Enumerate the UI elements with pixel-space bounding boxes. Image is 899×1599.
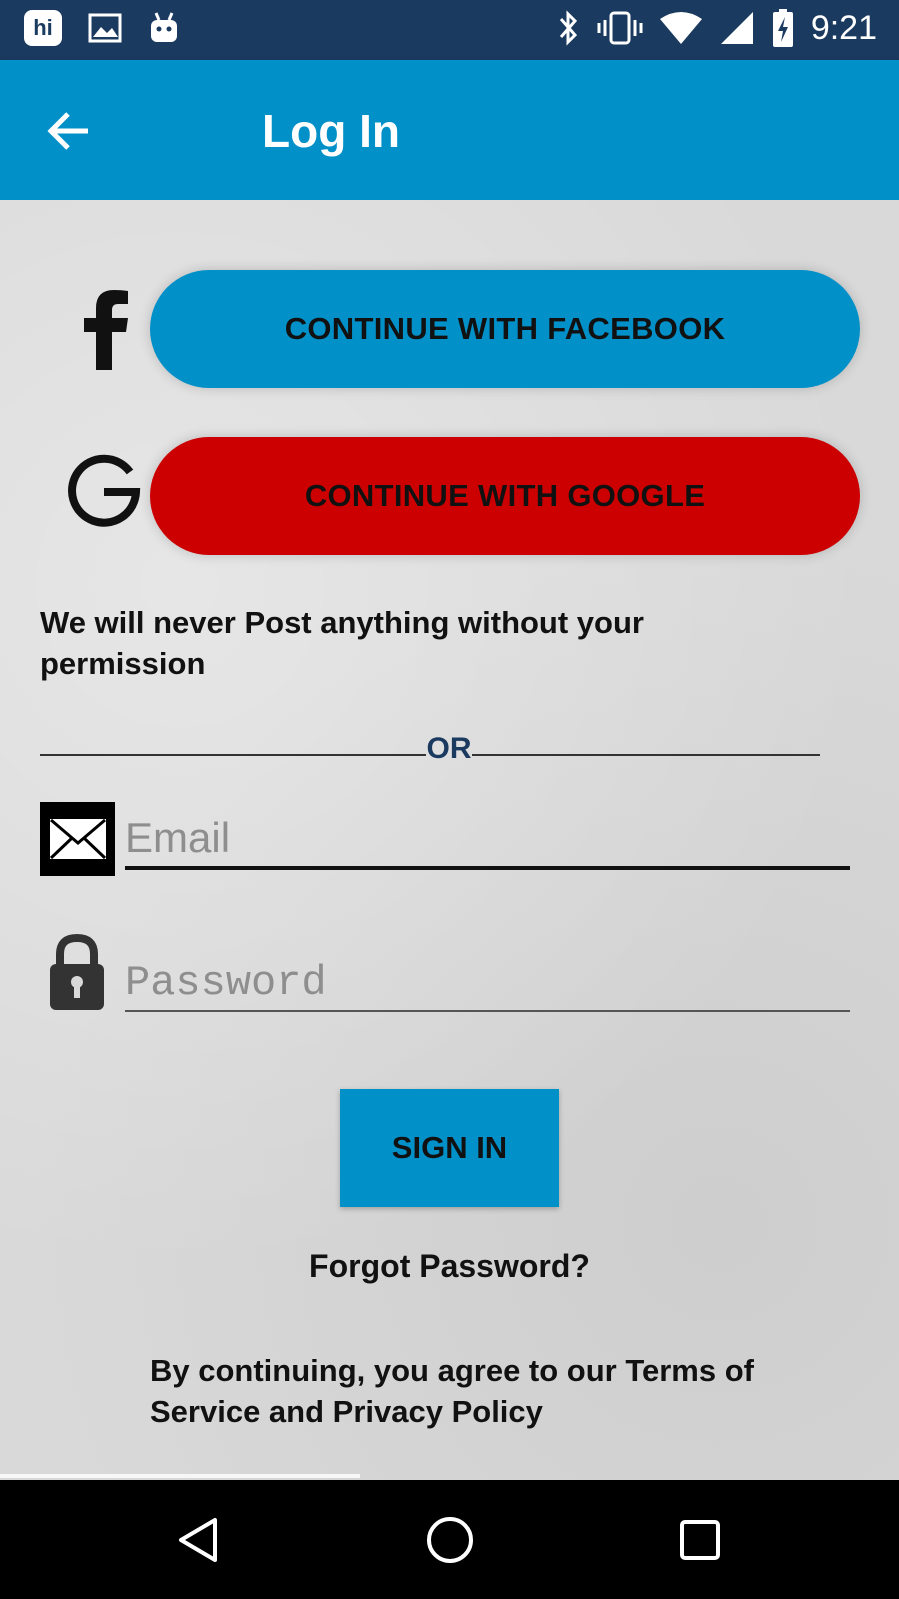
battery-charging-icon [772, 9, 793, 47]
vibrate-icon [597, 11, 643, 45]
hi-app-icon-text: hi [33, 15, 53, 40]
navigation-bar [0, 1480, 899, 1599]
divider-line-right [472, 754, 820, 756]
back-button[interactable] [44, 106, 94, 156]
terms-notice: By continuing, you agree to our Terms of… [150, 1353, 754, 1429]
status-bar: hi 9:21 [0, 0, 899, 60]
continue-with-google-button[interactable]: CONTINUE WITH GOOGLE [150, 437, 860, 555]
wifi-icon [659, 12, 702, 44]
nav-back-icon [179, 1518, 217, 1562]
scroll-indicator [0, 1474, 360, 1478]
android-icon [151, 12, 177, 42]
sign-in-label: SIGN IN [391, 1130, 508, 1165]
google-icon [64, 450, 144, 530]
bluetooth-icon [559, 10, 577, 46]
password-field[interactable] [125, 956, 850, 1012]
status-bar-system-icons: 9:21 [557, 8, 877, 48]
divider-line-left [40, 754, 426, 756]
google-button-label: CONTINUE WITH GOOGLE [304, 478, 706, 513]
facebook-icon [78, 290, 134, 370]
continue-with-facebook-button[interactable]: CONTINUE WITH FACEBOOK [150, 270, 860, 388]
facebook-button-label: CONTINUE WITH FACEBOOK [284, 311, 726, 346]
app-bar: Log In [0, 60, 899, 200]
nav-recents-button[interactable] [670, 1510, 730, 1570]
or-divider: OR [40, 728, 820, 768]
status-time: 9:21 [810, 8, 877, 47]
nav-home-button[interactable] [420, 1510, 480, 1570]
lock-icon [46, 933, 108, 1012]
status-bar-notifications: hi [24, 10, 180, 46]
hi-app-icon: hi [24, 10, 62, 46]
nav-home-icon [427, 1517, 473, 1563]
page-title: Log In [262, 105, 400, 157]
forgot-password-label: Forgot Password? [309, 1248, 590, 1284]
sign-in-button[interactable]: SIGN IN [340, 1089, 559, 1207]
gallery-icon [88, 13, 122, 43]
privacy-notice: We will never Post anything without your… [40, 605, 644, 681]
email-field[interactable] [125, 810, 850, 870]
login-content: CONTINUE WITH FACEBOOK CONTINUE WITH GOO… [0, 200, 899, 1480]
nav-back-button[interactable] [170, 1510, 230, 1570]
nav-recents-icon [680, 1520, 720, 1560]
or-label: OR [426, 732, 472, 765]
arrow-back-icon [47, 112, 88, 150]
signal-icon [720, 12, 753, 44]
email-icon [40, 802, 115, 876]
forgot-password-link[interactable]: Forgot Password? [0, 1248, 899, 1285]
